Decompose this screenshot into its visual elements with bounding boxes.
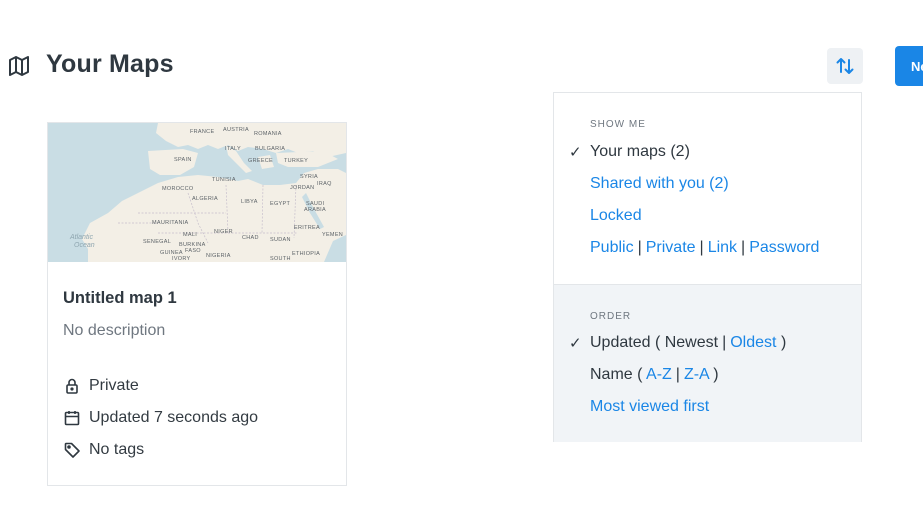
- order-most-viewed[interactable]: Most viewed first: [590, 398, 709, 416]
- order-name-label: Name (: [590, 366, 643, 383]
- svg-text:BULGARIA: BULGARIA: [255, 146, 285, 152]
- checkmark-icon: ✓: [569, 144, 582, 161]
- svg-text:NIGER: NIGER: [214, 229, 233, 235]
- svg-text:Ocean: Ocean: [74, 242, 95, 249]
- svg-text:SUDAN: SUDAN: [270, 237, 291, 243]
- svg-text:FASO: FASO: [185, 248, 201, 254]
- sort-button[interactable]: [827, 48, 863, 84]
- map-thumbnail: FRANCE AUSTRIA ROMANIA ITALY BULGARIA SP…: [48, 123, 346, 262]
- map-icon: [7, 54, 31, 78]
- svg-text:SPAIN: SPAIN: [174, 157, 192, 163]
- separator: |: [637, 239, 642, 256]
- separator: |: [675, 366, 680, 383]
- order-heading: ORDER: [590, 311, 632, 322]
- svg-text:JORDAN: JORDAN: [290, 185, 314, 191]
- tags-row: No tags: [63, 441, 144, 459]
- svg-text:SENEGAL: SENEGAL: [143, 239, 171, 245]
- svg-text:MALI: MALI: [183, 232, 197, 238]
- order-updated-label: Updated (: [590, 334, 661, 351]
- order-a-z[interactable]: A-Z: [646, 366, 672, 383]
- calendar-icon: [63, 409, 81, 427]
- svg-text:ALGERIA: ALGERIA: [192, 196, 218, 202]
- order-name: Name ( A-Z | Z-A ): [590, 366, 719, 384]
- svg-text:SOUTH: SOUTH: [270, 256, 291, 262]
- map-title[interactable]: Untitled map 1: [63, 289, 177, 308]
- order-oldest[interactable]: Oldest: [730, 334, 776, 351]
- svg-text:NIGERIA: NIGERIA: [206, 253, 231, 259]
- sort-arrows-icon: [835, 56, 855, 76]
- svg-text:IVORY: IVORY: [172, 256, 191, 262]
- lock-icon: [63, 377, 81, 395]
- order-updated: Updated ( Newest | Oldest ): [590, 334, 786, 352]
- show-me-heading: SHOW ME: [590, 119, 646, 130]
- filter-dropdown: SHOW ME ✓ Your maps (2) Shared with you …: [553, 92, 862, 442]
- new-map-button[interactable]: New: [895, 46, 923, 86]
- svg-text:EGYPT: EGYPT: [270, 201, 290, 207]
- map-card[interactable]: FRANCE AUSTRIA ROMANIA ITALY BULGARIA SP…: [47, 122, 347, 486]
- svg-text:TUNISIA: TUNISIA: [212, 177, 236, 183]
- close-paren: ): [713, 366, 719, 383]
- svg-text:GREECE: GREECE: [248, 158, 273, 164]
- privacy-label: Private: [89, 377, 139, 394]
- svg-text:Atlantic: Atlantic: [69, 234, 93, 241]
- filter-private[interactable]: Private: [646, 239, 696, 256]
- svg-text:ROMANIA: ROMANIA: [254, 131, 282, 137]
- separator: |: [741, 239, 746, 256]
- order-newest[interactable]: Newest: [665, 334, 718, 351]
- show-me-section: SHOW ME ✓ Your maps (2) Shared with you …: [554, 93, 861, 284]
- separator: |: [722, 334, 727, 351]
- visibility-filters: Public | Private | Link | Password: [590, 239, 819, 257]
- filter-link[interactable]: Link: [708, 239, 737, 256]
- svg-text:LIBYA: LIBYA: [241, 199, 258, 205]
- svg-text:IRAQ: IRAQ: [317, 181, 332, 187]
- map-description: No description: [63, 322, 166, 339]
- svg-text:ARABIA: ARABIA: [304, 207, 326, 213]
- svg-text:SYRIA: SYRIA: [300, 174, 318, 180]
- filter-locked[interactable]: Locked: [590, 207, 642, 225]
- svg-text:ETHIOPIA: ETHIOPIA: [292, 251, 320, 257]
- filter-password[interactable]: Password: [749, 239, 819, 256]
- filter-your-maps[interactable]: Your maps (2): [590, 143, 690, 161]
- filter-public[interactable]: Public: [590, 239, 634, 256]
- svg-text:TURKEY: TURKEY: [284, 158, 308, 164]
- checkmark-icon: ✓: [569, 335, 582, 352]
- updated-row: Updated 7 seconds ago: [63, 409, 258, 427]
- filter-shared-with-you[interactable]: Shared with you (2): [590, 175, 729, 193]
- order-z-a[interactable]: Z-A: [684, 366, 709, 383]
- updated-label: Updated 7 seconds ago: [89, 409, 259, 426]
- close-paren: ): [780, 334, 787, 351]
- order-section: ORDER ✓ Updated ( Newest | Oldest ) Name (…: [554, 284, 861, 442]
- svg-text:ERITREA: ERITREA: [294, 225, 320, 231]
- svg-text:AUSTRIA: AUSTRIA: [223, 127, 249, 133]
- svg-text:FRANCE: FRANCE: [190, 129, 214, 135]
- page-title: Your Maps: [46, 50, 174, 78]
- svg-text:MAURITANIA: MAURITANIA: [152, 220, 189, 226]
- separator: |: [699, 239, 704, 256]
- svg-text:MOROCCO: MOROCCO: [162, 186, 194, 192]
- svg-text:CHAD: CHAD: [242, 235, 259, 241]
- privacy-row: Private: [63, 377, 139, 395]
- tag-icon: [63, 441, 81, 459]
- svg-text:YEMEN: YEMEN: [322, 232, 343, 238]
- tags-label: No tags: [89, 441, 145, 458]
- svg-text:ITALY: ITALY: [225, 146, 241, 152]
